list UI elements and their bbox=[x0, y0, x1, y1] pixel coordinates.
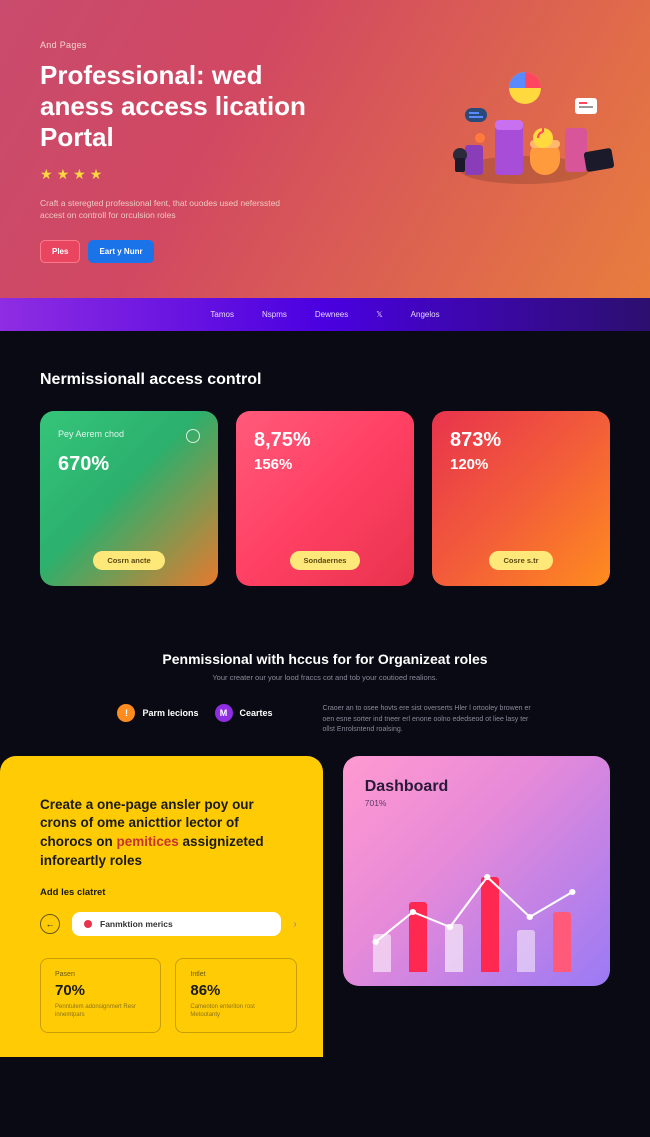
nav-item-twitter-icon[interactable]: 𝕏 bbox=[376, 310, 382, 319]
stat-boxes: Pasen 70% Penntulem adonsignmert Resr in… bbox=[40, 958, 297, 1033]
dashboard-subtitle: 701% bbox=[365, 798, 588, 808]
star-icon: ★ bbox=[57, 166, 70, 183]
stat-label: Intlet bbox=[190, 971, 281, 978]
card-value: 8,75% bbox=[254, 429, 396, 452]
secondary-cta-button[interactable]: Eart y Nunr bbox=[88, 240, 153, 263]
star-icon: ★ bbox=[40, 166, 53, 183]
back-arrow-button[interactable]: ← bbox=[40, 914, 60, 934]
yellow-info-panel: Create a one-page ansler poy our crons o… bbox=[0, 756, 323, 1057]
clock-icon bbox=[186, 429, 200, 443]
nav-item[interactable]: Angelos bbox=[411, 310, 440, 319]
tab-badge-icon: ! bbox=[117, 704, 135, 722]
primary-cta-button[interactable]: Ples bbox=[40, 240, 80, 263]
stat-label: Pasen bbox=[55, 971, 146, 978]
star-icon: ★ bbox=[73, 166, 86, 183]
metric-tag[interactable]: Fanmktion merics bbox=[72, 912, 281, 936]
page-title: Professional: wed aness access lication … bbox=[40, 60, 330, 154]
chevron-right-icon[interactable]: › bbox=[293, 919, 296, 930]
dashboard-panel: Dashboard 701% bbox=[343, 756, 610, 986]
stat-box: Intlet 86% Camenton enteriton rost Metoo… bbox=[175, 958, 296, 1033]
tab-label: Parm lecions bbox=[142, 708, 198, 718]
card-secondary-value: 156% bbox=[254, 456, 396, 473]
card-action-button[interactable]: Sondaernes bbox=[290, 551, 361, 570]
nav-item[interactable]: Dewnees bbox=[315, 310, 348, 319]
dashboard-title: Dashboard bbox=[365, 778, 588, 796]
section-title: Nermissionall access control bbox=[40, 371, 610, 389]
hero-subtitle: Craft a steregted professional fent, tha… bbox=[40, 197, 300, 223]
features-subtitle: Your creater our your lood fraccs cot an… bbox=[40, 673, 610, 682]
access-control-section: Nermissionall access control Pey Aerem c… bbox=[0, 331, 650, 616]
hero-buttons: Ples Eart y Nunr bbox=[40, 240, 610, 263]
features-section: Penmissional with hccus for for Organize… bbox=[0, 616, 650, 756]
stat-description: Camenton enteriton rost Metootanty bbox=[190, 1004, 281, 1020]
tab-creates[interactable]: M Ceartes bbox=[215, 704, 273, 722]
stat-value: 70% bbox=[55, 982, 146, 999]
metric-card-green[interactable]: Pey Aerem chod 670% Cosrn ancte bbox=[40, 411, 218, 586]
metric-cards: Pey Aerem chod 670% Cosrn ancte 8,75% 15… bbox=[40, 411, 610, 586]
tab-label: Ceartes bbox=[240, 708, 273, 718]
tab-row: ! Parm lecions M Ceartes Craoer an to os… bbox=[40, 704, 610, 736]
dashboard-chart bbox=[365, 842, 588, 972]
features-description: Craoer an to osee hovts ere sist overser… bbox=[323, 704, 533, 736]
hero-illustration bbox=[435, 50, 615, 210]
chart-line bbox=[365, 842, 588, 972]
hero-section: And Pages Professional: wed aness access… bbox=[0, 0, 650, 298]
features-title: Penmissional with hccus for for Organize… bbox=[40, 651, 610, 667]
card-action-button[interactable]: Cosrn ancte bbox=[93, 551, 164, 570]
panel-heading: Create a one-page ansler poy our crons o… bbox=[40, 796, 280, 872]
tabs: ! Parm lecions M Ceartes bbox=[117, 704, 272, 722]
tab-badge-icon: M bbox=[215, 704, 233, 722]
stat-box: Pasen 70% Penntulem adonsignmert Resr in… bbox=[40, 958, 161, 1033]
card-action-button[interactable]: Cosre s.tr bbox=[489, 551, 552, 570]
breadcrumb: And Pages bbox=[40, 40, 610, 50]
bottom-panels: Create a one-page ansler poy our crons o… bbox=[0, 756, 650, 1097]
metric-tag-label: Fanmktion merics bbox=[100, 919, 173, 929]
nav-item[interactable]: Tamos bbox=[210, 310, 234, 319]
stat-description: Penntulem adonsignmert Resr innemtpars bbox=[55, 1004, 146, 1020]
star-icon: ★ bbox=[90, 166, 103, 183]
card-value: 873% bbox=[450, 429, 592, 452]
metric-card-red[interactable]: 8,75% 156% Sondaernes bbox=[236, 411, 414, 586]
metric-card-orange[interactable]: 873% 120% Cosre s.tr bbox=[432, 411, 610, 586]
tab-permissions[interactable]: ! Parm lecions bbox=[117, 704, 198, 722]
navbar: Tamos Nspms Dewnees 𝕏 Angelos bbox=[0, 298, 650, 331]
stat-value: 86% bbox=[190, 982, 281, 999]
status-dot-icon bbox=[84, 920, 92, 928]
card-secondary-value: 120% bbox=[450, 456, 592, 473]
card-value: 670% bbox=[58, 453, 200, 476]
card-label: Pey Aerem chod bbox=[58, 429, 200, 439]
panel-control-row: ← Fanmktion merics › bbox=[40, 912, 297, 936]
panel-subheading: Add les clatret bbox=[40, 887, 297, 898]
nav-item[interactable]: Nspms bbox=[262, 310, 287, 319]
